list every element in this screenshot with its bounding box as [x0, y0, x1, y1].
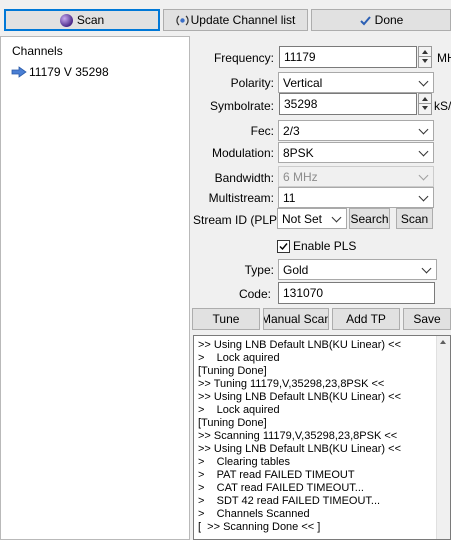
chevron-down-icon [418, 124, 429, 134]
log-line: > Lock aquired [198, 404, 280, 416]
scan-button[interactable]: Scan [4, 9, 160, 31]
log-line: > PAT read FAILED TIMEOUT [198, 469, 355, 481]
frequency-unit: MHz [437, 51, 451, 65]
update-channel-list-label: Update Channel list [190, 13, 296, 27]
stream-id-select[interactable]: Not Set [277, 208, 347, 229]
symbolrate-input[interactable]: 35298 [279, 93, 417, 115]
antenna-icon [176, 14, 189, 27]
log-line: > CAT read FAILED TIMEOUT... [198, 482, 364, 494]
symbolrate-label: Symbolrate: [209, 99, 274, 113]
log-output[interactable]: >> Using LNB Default LNB(KU Linear) << > … [193, 335, 451, 540]
log-line: >> Using LNB Default LNB(KU Linear) << [198, 339, 401, 351]
done-button-label: Done [374, 13, 404, 27]
fec-select-value: 2/3 [283, 124, 300, 138]
type-select[interactable]: Gold [278, 259, 437, 280]
globe-icon [59, 13, 73, 27]
log-lines: >> Using LNB Default LNB(KU Linear) << > … [198, 339, 436, 534]
symbolrate-unit: kS/s [434, 99, 451, 113]
log-line: > Lock aquired [198, 352, 280, 364]
code-input[interactable]: 131070 [278, 282, 435, 304]
polarity-label: Polarity: [230, 76, 274, 90]
stepper-down-icon[interactable] [419, 57, 431, 67]
scan-button-label: Scan [76, 13, 105, 27]
fec-label: Fec: [250, 124, 274, 138]
log-line: > SDT 42 read FAILED TIMEOUT... [198, 495, 381, 507]
stream-id-select-value: Not Set [282, 212, 323, 226]
log-line: >> Using LNB Default LNB(KU Linear) << [198, 391, 401, 403]
modulation-select-value: 8PSK [283, 146, 314, 160]
manual-scan-button[interactable]: Manual Scan [263, 308, 329, 330]
save-button[interactable]: Save [403, 308, 451, 330]
frequency-input[interactable]: 11179 [279, 46, 417, 68]
channels-panel: Channels 11179 V 35298 [0, 36, 190, 540]
enable-pls-checkbox[interactable]: Enable PLS [277, 238, 356, 254]
log-line: >> Using LNB Default LNB(KU Linear) << [198, 443, 401, 455]
chevron-down-icon [421, 263, 432, 273]
type-label: Type: [244, 263, 274, 277]
modulation-select[interactable]: 8PSK [278, 142, 434, 163]
bandwidth-label: Bandwidth: [214, 171, 274, 185]
chevron-down-icon [418, 76, 429, 86]
polarity-select-value: Vertical [283, 76, 323, 90]
checkbox-checked-icon[interactable] [277, 239, 290, 253]
stepper-up-icon[interactable] [419, 47, 431, 57]
log-line: >> Tuning 11179,V,35298,23,8PSK << [198, 378, 385, 390]
type-select-value: Gold [283, 263, 309, 277]
tune-button[interactable]: Tune [192, 308, 260, 330]
log-line: [Tuning Done] [198, 417, 267, 429]
update-channel-list-button[interactable]: Update Channel list [163, 9, 308, 31]
multistream-label: Multistream: [208, 191, 274, 205]
log-line: >> Scanning 11179,V,35298,23,8PSK << [198, 430, 398, 442]
log-line: > Channels Scanned [198, 508, 310, 520]
chevron-down-icon [418, 146, 429, 156]
enable-pls-label: Enable PLS [293, 239, 357, 253]
log-line: > Clearing tables [198, 456, 291, 468]
fec-select[interactable]: 2/3 [278, 120, 434, 141]
stepper-down-icon[interactable] [419, 104, 431, 114]
bandwidth-select-value: 6 MHz [283, 170, 318, 184]
channel-list-item-label: 11179 V 35298 [29, 65, 109, 79]
polarity-select[interactable]: Vertical [278, 72, 434, 93]
chevron-down-icon [331, 212, 342, 222]
done-button[interactable]: Done [311, 9, 451, 31]
modulation-label: Modulation: [211, 146, 274, 160]
log-line: [ >> Scanning Done << ] [198, 521, 321, 533]
symbolrate-stepper[interactable] [418, 93, 432, 115]
channels-header: Channels [12, 44, 63, 58]
chevron-down-icon [418, 191, 429, 201]
stream-id-label: Stream ID (PLP): [193, 213, 285, 227]
log-scrollbar[interactable] [436, 336, 450, 539]
stream-search-button[interactable]: Search [349, 208, 390, 229]
frequency-stepper[interactable] [418, 46, 432, 68]
arrow-right-icon [11, 66, 27, 78]
log-line: [Tuning Done] [198, 365, 267, 377]
stream-scan-button[interactable]: Scan [396, 208, 433, 229]
stepper-up-icon[interactable] [419, 94, 431, 104]
chevron-down-icon [418, 170, 429, 180]
checkmark-icon [359, 14, 372, 27]
frequency-label: Frequency: [213, 51, 274, 65]
multistream-select[interactable]: 11 [278, 187, 434, 208]
channel-list-item[interactable]: 11179 V 35298 [11, 64, 109, 80]
multistream-select-value: 11 [283, 191, 296, 205]
scroll-up-icon[interactable] [440, 340, 446, 344]
add-tp-button[interactable]: Add TP [332, 308, 400, 330]
bandwidth-select: 6 MHz [278, 166, 434, 187]
code-label: Code: [238, 287, 271, 301]
